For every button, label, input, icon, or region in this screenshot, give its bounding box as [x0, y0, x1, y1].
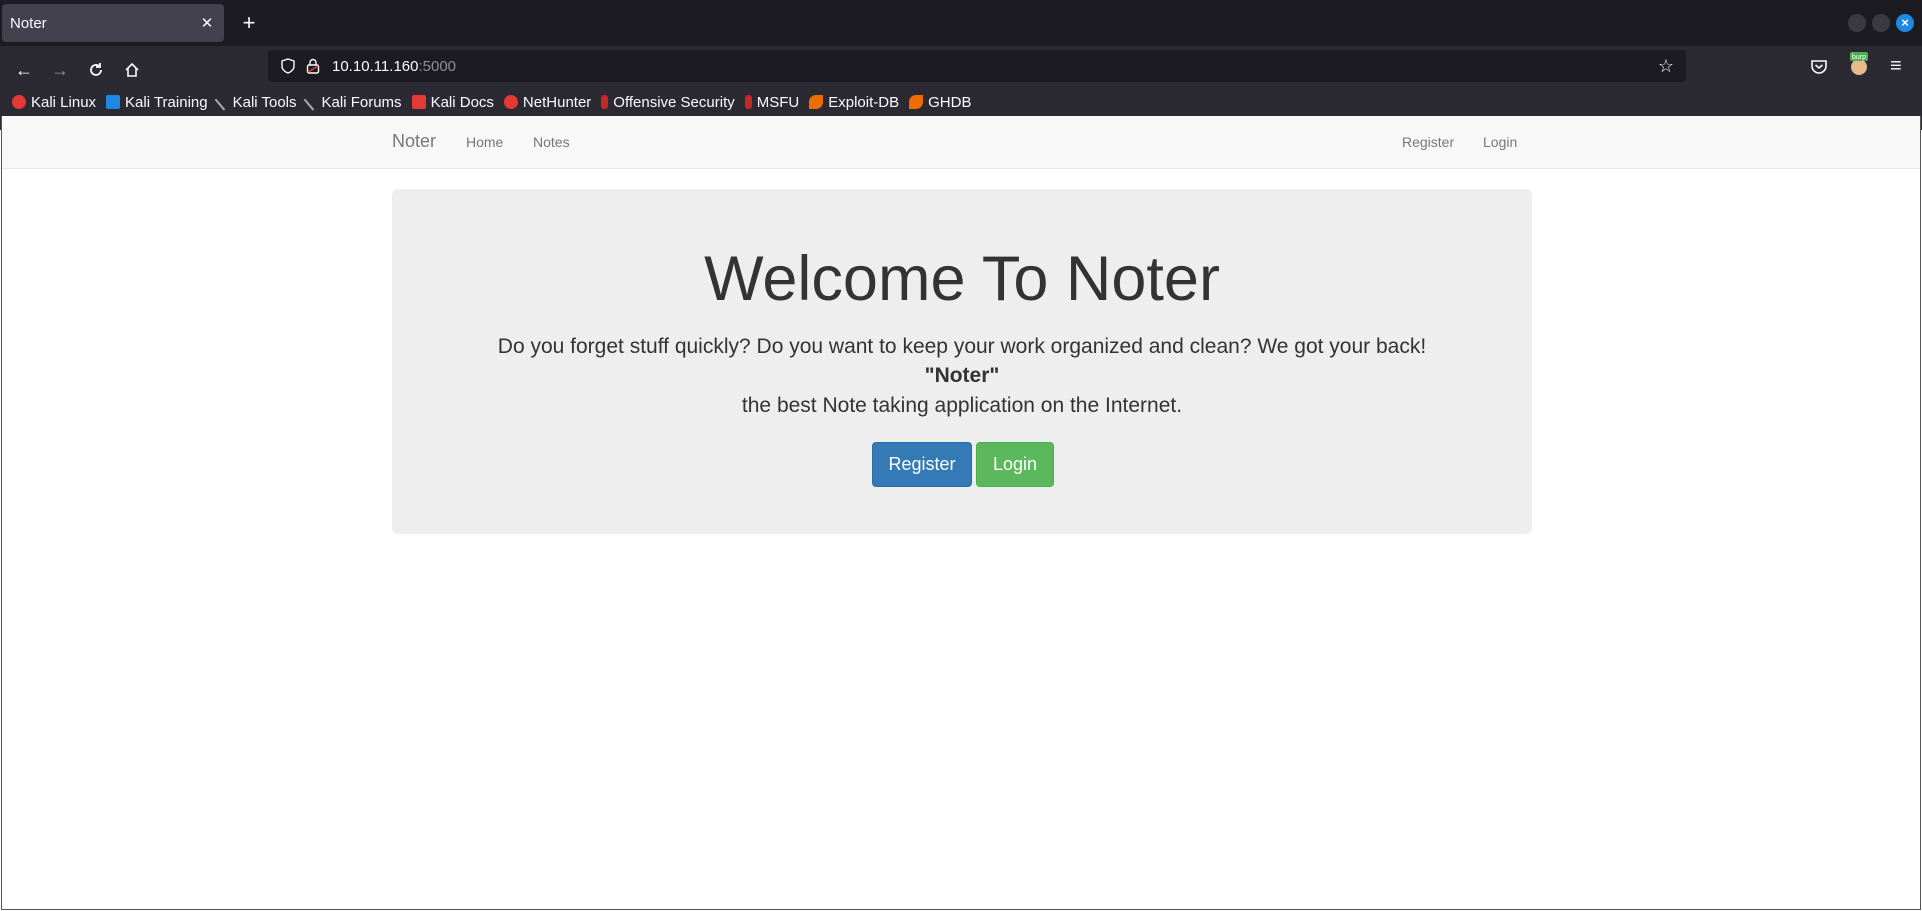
- offsec-icon: [601, 95, 609, 109]
- pocket-icon[interactable]: [1810, 58, 1828, 76]
- bookmark-label: Offensive Security: [613, 93, 735, 111]
- ghdb-icon: [909, 95, 924, 109]
- tab-title: Noter: [10, 14, 47, 32]
- hero-title: Welcome To Noter: [704, 244, 1220, 314]
- home-icon[interactable]: [118, 56, 146, 84]
- new-tab-button[interactable]: +: [236, 10, 262, 36]
- bookmarks-toolbar: Kali Linux Kali Training Kali Tools Kali…: [0, 88, 1922, 116]
- shield-icon[interactable]: [280, 58, 296, 74]
- exploit-db-icon: [809, 95, 824, 109]
- bookmark-kali-forums[interactable]: Kali Forums: [303, 93, 402, 111]
- bookmark-label: Kali Training: [125, 93, 208, 111]
- site-navbar: Noter Home Notes Register Login: [2, 116, 1920, 169]
- bookmark-kali-tools[interactable]: Kali Tools: [214, 93, 297, 111]
- hero-description: Do you forget stuff quickly? Do you want…: [497, 335, 1427, 358]
- bookmark-ghdb[interactable]: GHDB: [909, 94, 971, 111]
- bookmark-msfu[interactable]: MSFU: [744, 93, 800, 111]
- bookmark-label: Kali Linux: [31, 93, 97, 111]
- site-brand-link[interactable]: Noter: [392, 131, 436, 152]
- hamburger-menu-icon[interactable]: ≡: [1890, 56, 1902, 76]
- msfu-icon: [744, 95, 752, 109]
- kali-forums-icon: [303, 93, 320, 111]
- url-port: :5000: [418, 57, 457, 75]
- bookmark-label: MSFU: [756, 93, 800, 111]
- kali-training-icon: [106, 95, 121, 109]
- nav-home-link[interactable]: Home: [466, 134, 503, 150]
- bookmark-label: Exploit-DB: [828, 93, 900, 111]
- page-viewport: Noter Home Notes Register Login Welcome …: [1, 116, 1921, 910]
- bookmark-nethunter[interactable]: NetHunter: [503, 93, 592, 111]
- bookmark-label: Kali Forums: [321, 93, 402, 111]
- login-button[interactable]: Login: [976, 442, 1054, 487]
- burp-extension-icon[interactable]: burp: [1848, 52, 1870, 76]
- nav-notes-link[interactable]: Notes: [533, 134, 570, 150]
- window-maximize-button[interactable]: [1872, 14, 1890, 32]
- bookmark-star-icon[interactable]: ☆: [1658, 56, 1674, 77]
- bookmark-kali-docs[interactable]: Kali Docs: [411, 93, 494, 111]
- window-close-button[interactable]: ×: [1896, 14, 1914, 32]
- bookmark-exploit-db[interactable]: Exploit-DB: [809, 94, 899, 111]
- bookmark-label: GHDB: [928, 93, 972, 111]
- forward-arrow-icon[interactable]: →: [46, 56, 74, 84]
- bookmark-kali-training[interactable]: Kali Training: [106, 94, 208, 111]
- bookmark-label: NetHunter: [522, 93, 592, 111]
- nethunter-icon: [503, 95, 518, 109]
- kali-tools-icon: [214, 93, 231, 111]
- bookmark-offensive-security[interactable]: Offensive Security: [601, 93, 735, 111]
- kali-docs-icon: [411, 95, 426, 109]
- hero-brand-name: "Noter": [924, 364, 1000, 387]
- back-arrow-icon[interactable]: ←: [10, 56, 38, 84]
- welcome-jumbotron: Welcome To Noter Do you forget stuff qui…: [392, 189, 1532, 534]
- reload-icon[interactable]: [82, 56, 110, 84]
- bookmark-kali-linux[interactable]: Kali Linux: [12, 94, 96, 111]
- bookmark-label: Kali Docs: [430, 93, 494, 111]
- window-minimize-button[interactable]: [1848, 14, 1866, 32]
- browser-tab-strip: Noter ✕ + ×: [0, 0, 1922, 46]
- lock-icon[interactable]: [306, 58, 320, 74]
- nav-register-link[interactable]: Register: [1402, 134, 1454, 150]
- close-tab-icon[interactable]: ✕: [198, 14, 216, 32]
- url-host: 10.10.11.160: [332, 57, 419, 75]
- address-bar[interactable]: 10.10.11.160 :5000 ☆: [268, 50, 1686, 82]
- hero-tagline: the best Note taking application on the …: [741, 394, 1183, 417]
- nav-login-link[interactable]: Login: [1483, 134, 1517, 150]
- burp-badge-text: burp: [1852, 54, 1866, 61]
- bookmark-label: Kali Tools: [232, 93, 297, 111]
- kali-dragon-icon: [12, 95, 26, 109]
- browser-tab[interactable]: Noter ✕: [2, 4, 224, 42]
- register-button[interactable]: Register: [872, 442, 972, 487]
